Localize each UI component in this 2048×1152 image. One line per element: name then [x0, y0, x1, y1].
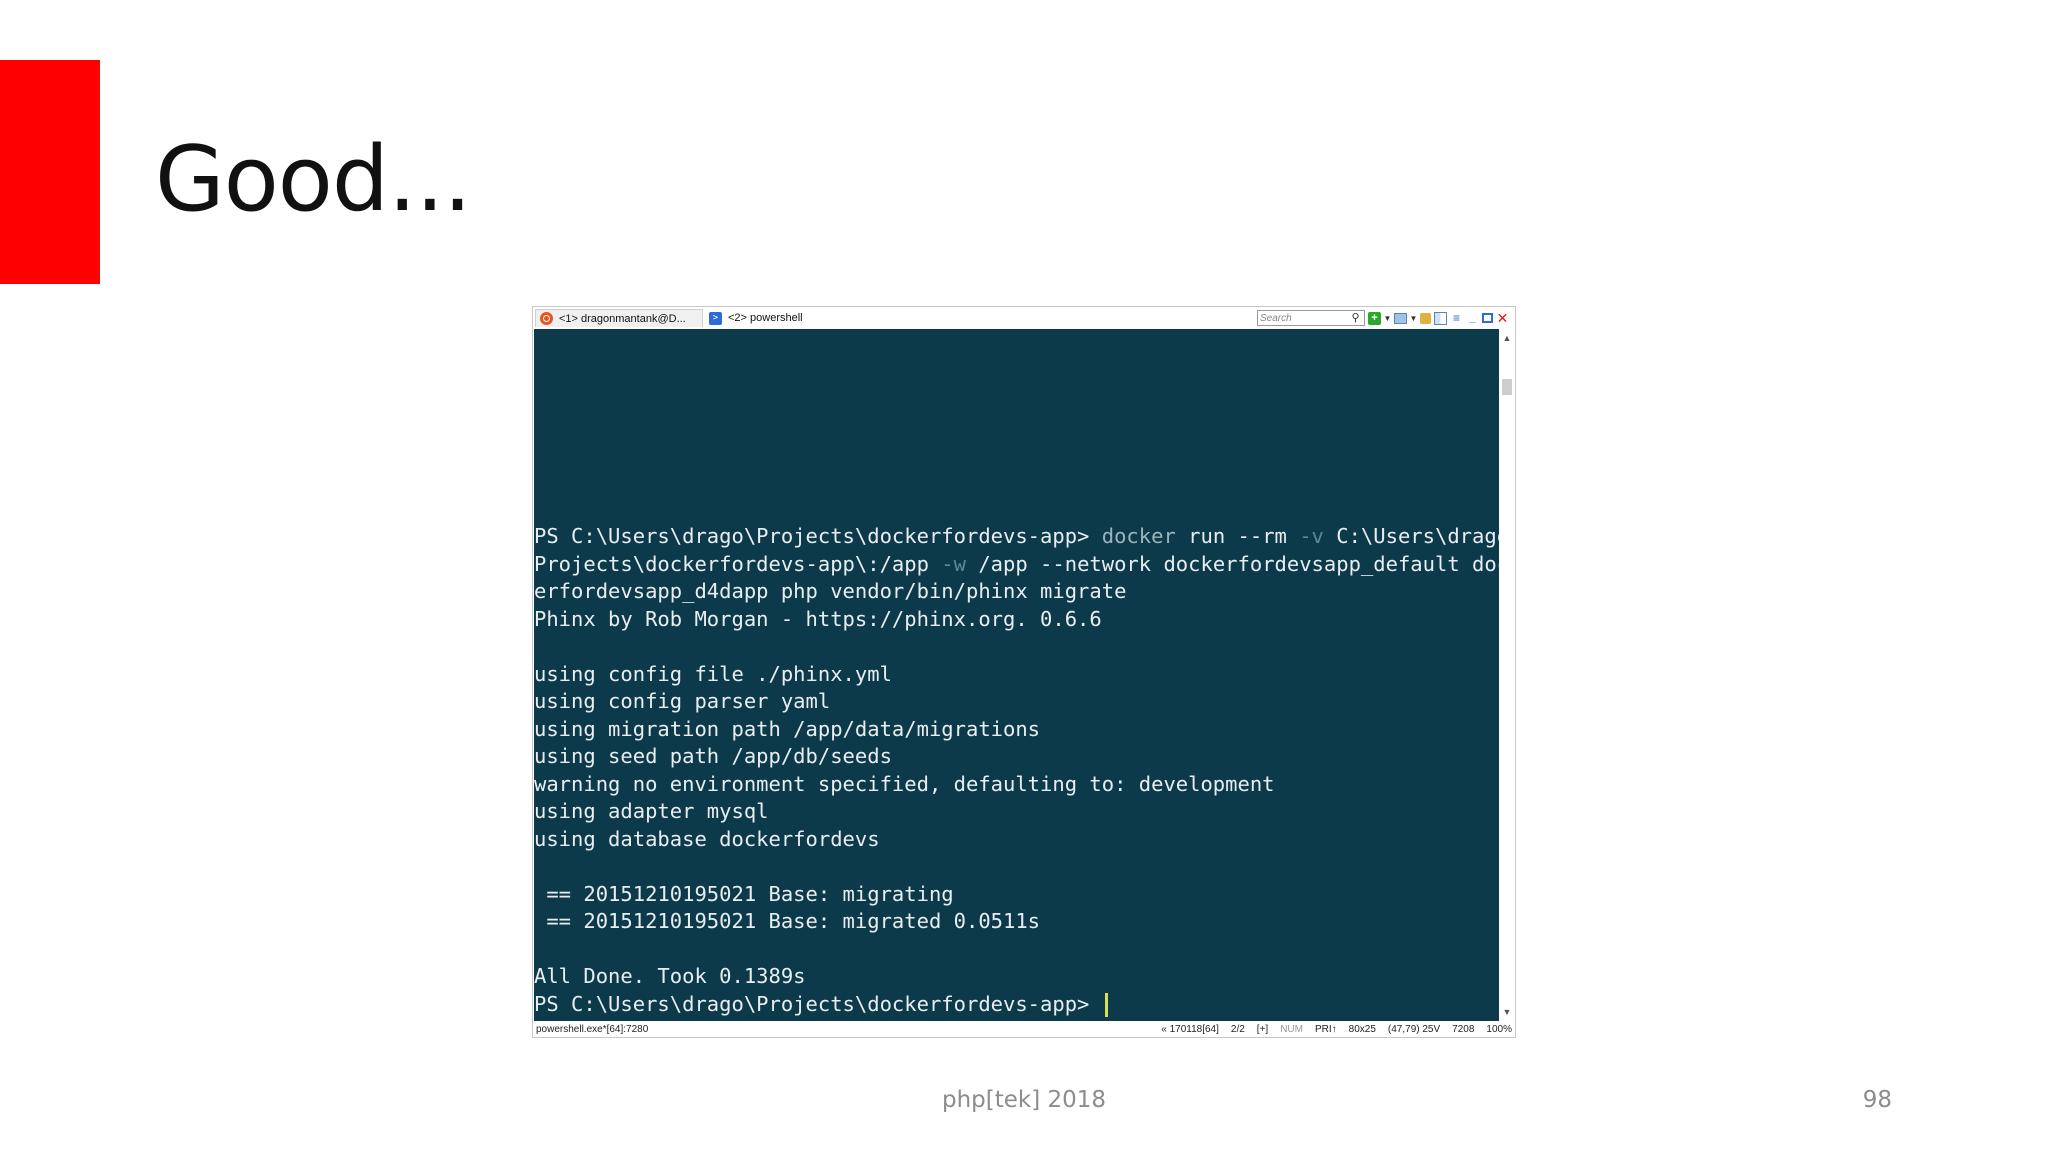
status-item: « 170118[64]	[1161, 1023, 1219, 1035]
console-segment: Phinx by Rob Morgan - https://phinx.org.…	[534, 606, 1102, 631]
console-segment: PS C:\Users\drago\Projects\dockerfordevs…	[534, 524, 1102, 548]
page-number: 98	[1862, 1087, 1892, 1113]
console-line: erfordevsapp_d4dapp php vendor/bin/phinx…	[534, 578, 1499, 606]
split-view-icon[interactable]	[1434, 311, 1447, 325]
status-bar: powershell.exe*[64]:7280 « 170118[64] 2/2…	[533, 1021, 1515, 1037]
tab-label: <1> dragonmantank@D...	[559, 312, 686, 325]
minimize-icon[interactable]: _	[1466, 312, 1479, 325]
console-segment: warning no environment specified, defaul…	[534, 771, 1275, 796]
status-item: 80x25	[1348, 1023, 1376, 1035]
console-segment: /app --network dockerfordevsapp_default …	[965, 551, 1499, 576]
console-line: using adapter mysql	[534, 798, 1499, 826]
menu-icon[interactable]: ≡	[1450, 311, 1463, 325]
chevron-down-icon[interactable]: ▼	[1410, 312, 1418, 325]
console-segment: Projects\dockerfordevs-app\:/app	[534, 551, 942, 576]
powershell-icon: >	[709, 311, 722, 325]
search-placeholder: Search	[1260, 312, 1292, 324]
scroll-down-arrow-icon[interactable]: ▼	[1499, 1005, 1515, 1019]
console-line: using migration path /app/data/migration…	[534, 716, 1499, 744]
console-line: == 20151210195021 Base: migrated 0.0511s	[534, 908, 1499, 936]
console-segment: == 20151210195021 Base: migrated 0.0511s	[534, 909, 1041, 933]
status-item: 100%	[1486, 1023, 1512, 1035]
console-segment: run --rm	[1175, 524, 1300, 548]
console-text: PS C:\Users\drago\Projects\dockerfordevs…	[534, 523, 1499, 1018]
console-segment: All Done. Took 0.1389s	[534, 964, 806, 988]
slide-footer: php[tek] 2018	[941, 1087, 1107, 1113]
lock-icon[interactable]	[1420, 312, 1431, 324]
terminal-tabbar: <1> dragonmantank@D... > <2> powershell …	[533, 307, 1515, 329]
scroll-thumb[interactable]	[1502, 379, 1512, 395]
console-line: PS C:\Users\drago\Projects\dockerfordevs…	[534, 523, 1499, 551]
text-cursor	[1104, 992, 1108, 1017]
terminal-toolbar: Search ⚲ + ▼ ▼ ≡ _ ✕	[1257, 309, 1509, 327]
console-line: using seed path /app/db/seeds	[534, 743, 1499, 771]
console-segment: -v	[1299, 524, 1324, 548]
search-input[interactable]: Search ⚲	[1257, 310, 1365, 326]
console-line: warning no environment specified, defaul…	[534, 771, 1499, 799]
console-segment: using migration path /app/data/migration…	[534, 716, 1041, 741]
console-line: using config file ./phinx.yml	[534, 661, 1499, 689]
tab-powershell[interactable]: > <2> powershell	[705, 309, 817, 327]
console-scrollbar[interactable]: ▲ ▼	[1499, 329, 1515, 1021]
console-segment: using seed path /app/db/seeds	[534, 744, 892, 768]
scroll-up-arrow-icon[interactable]: ▲	[1499, 331, 1515, 345]
console-line: == 20151210195021 Base: migrating	[534, 881, 1499, 909]
status-process: powershell.exe*[64]:7280	[536, 1023, 649, 1035]
status-items: « 170118[64] 2/2 [+] NUM PRI↑ 80x25 (47,79) 25…	[1161, 1024, 1512, 1035]
console-segment: -w	[941, 551, 966, 576]
console-segment: using config file ./phinx.yml	[534, 661, 892, 686]
status-item: NUM	[1280, 1023, 1303, 1035]
console-line: using config parser yaml	[534, 688, 1499, 716]
console-segment: C:\Users\drago	[1323, 524, 1499, 548]
console-segment: docker	[1101, 524, 1176, 548]
status-item: (47,79) 25V	[1387, 1023, 1441, 1035]
console-output[interactable]: PS C:\Users\drago\Projects\dockerfordevs…	[534, 329, 1499, 1021]
screen-icon[interactable]	[1394, 312, 1407, 324]
console-line: Phinx by Rob Morgan - https://phinx.org.…	[534, 606, 1499, 634]
new-console-icon[interactable]: +	[1368, 311, 1381, 325]
console-segment: PS C:\Users\drago\Projects\dockerfordevs…	[534, 991, 1102, 1016]
chevron-down-icon[interactable]: ▼	[1384, 312, 1392, 325]
search-icon[interactable]: ⚲	[1349, 312, 1362, 325]
tab-ubuntu[interactable]: <1> dragonmantank@D...	[535, 309, 703, 327]
tab-label: <2> powershell	[728, 312, 803, 324]
ubuntu-icon	[540, 312, 553, 325]
console-line: PS C:\Users\drago\Projects\dockerfordevs…	[534, 991, 1499, 1019]
status-item: 2/2	[1230, 1023, 1245, 1035]
console-segment: == 20151210195021 Base: migrating	[534, 881, 954, 906]
console-segment: using config parser yaml	[534, 689, 831, 713]
console-line: All Done. Took 0.1389s	[534, 963, 1499, 991]
title-accent-bar	[0, 60, 100, 284]
console-segment: erfordevsapp_d4dapp php vendor/bin/phinx…	[534, 579, 1127, 603]
terminal-window[interactable]: <1> dragonmantank@D... > <2> powershell …	[532, 306, 1516, 1038]
console-line: Projects\dockerfordevs-app\:/app -w /app…	[534, 551, 1499, 579]
status-item: 7208	[1452, 1023, 1475, 1035]
console-line: using database dockerfordevs	[534, 826, 1499, 854]
status-item: PRI↑	[1314, 1023, 1337, 1035]
status-item: [+]	[1256, 1023, 1269, 1035]
close-icon[interactable]: ✕	[1496, 311, 1509, 325]
maximize-icon[interactable]	[1482, 313, 1493, 323]
console-segment: using database dockerfordevs	[534, 826, 880, 851]
slide: Good... <1> dragonmantank@D... > <2> pow…	[0, 0, 2048, 1152]
slide-title: Good...	[155, 127, 472, 232]
console-segment: using adapter mysql	[534, 799, 769, 823]
